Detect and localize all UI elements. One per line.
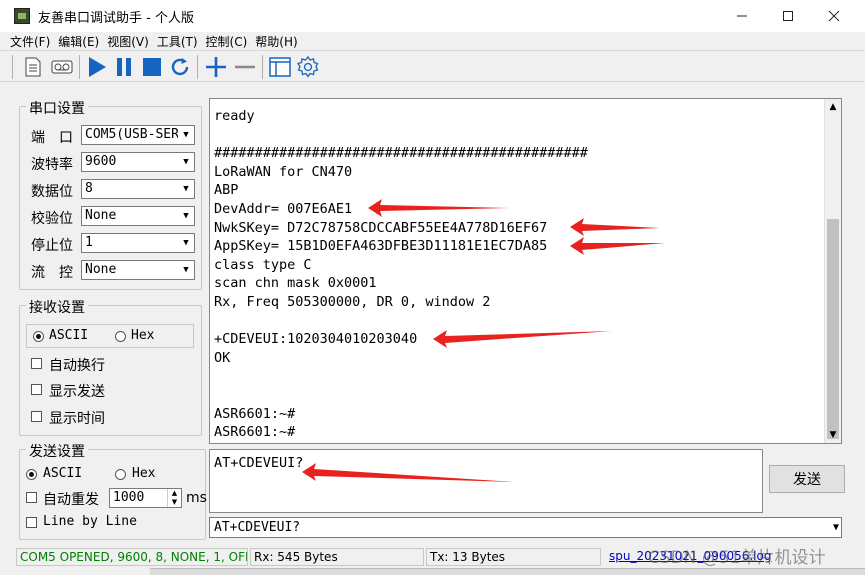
menu-view[interactable]: 视图(V) xyxy=(107,33,149,50)
status-rx: Rx: 545 Bytes xyxy=(250,548,424,566)
maximize-icon[interactable] xyxy=(765,0,811,32)
parity-select[interactable]: None ▼ xyxy=(81,206,195,226)
send-history-value: AT+CDEVEUI? xyxy=(214,520,301,535)
send-button[interactable]: 发送 xyxy=(769,465,845,493)
toolbar-separator xyxy=(197,55,198,79)
gear-icon[interactable] xyxy=(295,54,321,80)
show-send-label: 显示发送 xyxy=(49,384,105,400)
menu-control[interactable]: 控制(C) xyxy=(206,33,248,50)
receive-hex-label: Hex xyxy=(131,328,155,343)
window-icon[interactable] xyxy=(267,54,293,80)
receive-ascii-radio[interactable] xyxy=(33,331,44,342)
send-hex-label: Hex xyxy=(132,466,156,481)
databits-value: 8 xyxy=(85,181,93,196)
parity-value: None xyxy=(85,208,117,223)
stopbits-label: 停止位 xyxy=(31,238,73,254)
app-icon xyxy=(14,8,30,24)
auto-wrap-checkbox[interactable] xyxy=(31,358,42,369)
receive-text: ready ##################################… xyxy=(214,108,588,441)
chevron-down-icon[interactable]: ▼ xyxy=(178,207,194,225)
scroll-down-icon[interactable]: ▼ xyxy=(825,427,841,443)
send-history-select[interactable]: AT+CDEVEUI? ▼ xyxy=(209,517,842,538)
watermark: CSDN @51单片机设计 xyxy=(648,548,826,568)
menu-tools[interactable]: 工具(T) xyxy=(157,33,198,50)
port-label: 端 口 xyxy=(31,130,73,146)
receive-textarea[interactable]: ready ##################################… xyxy=(209,98,842,444)
chevron-down-icon[interactable]: ▼ xyxy=(178,126,194,144)
show-time-label: 显示时间 xyxy=(49,411,105,427)
line-by-line-label: Line by Line xyxy=(43,514,137,529)
auto-resend-label: 自动重发 xyxy=(43,492,99,508)
show-time-checkbox[interactable] xyxy=(31,411,42,422)
scroll-thumb[interactable] xyxy=(827,219,839,439)
auto-resend-interval-input[interactable]: 1000 ▲ ▼ xyxy=(109,488,182,508)
chevron-down-icon[interactable]: ▼ xyxy=(833,518,839,537)
toolbar xyxy=(0,50,865,82)
auto-resend-checkbox[interactable] xyxy=(26,492,37,503)
chevron-down-icon[interactable]: ▼ xyxy=(178,234,194,252)
chevron-down-icon[interactable]: ▼ xyxy=(178,153,194,171)
receive-ascii-label: ASCII xyxy=(49,328,89,343)
receive-hex-radio[interactable] xyxy=(115,331,126,342)
parity-label: 校验位 xyxy=(31,211,73,227)
show-send-checkbox[interactable] xyxy=(31,384,42,395)
flowcontrol-label: 流 控 xyxy=(31,265,73,281)
send-textarea[interactable]: AT+CDEVEUI? xyxy=(209,449,763,513)
play-icon[interactable] xyxy=(84,54,110,80)
scroll-up-icon[interactable]: ▲ xyxy=(825,99,841,115)
status-tx: Tx: 13 Bytes xyxy=(426,548,601,566)
menu-help[interactable]: 帮助(H) xyxy=(255,33,297,50)
document-icon[interactable] xyxy=(20,54,46,80)
status-port: COM5 OPENED, 9600, 8, NONE, 1, OFF xyxy=(16,548,248,566)
auto-resend-unit: ms xyxy=(186,490,207,506)
baudrate-value: 9600 xyxy=(85,154,117,169)
plus-icon[interactable] xyxy=(203,54,229,80)
refresh-icon[interactable] xyxy=(167,54,193,80)
auto-resend-interval-value: 1000 xyxy=(113,490,145,505)
stop-icon[interactable] xyxy=(139,54,165,80)
minus-icon[interactable] xyxy=(232,54,258,80)
title-bar: 友善串口调试助手 - 个人版 xyxy=(0,0,865,32)
serial-settings-title: 串口设置 xyxy=(26,98,88,118)
toolbar-separator xyxy=(79,55,80,79)
send-text: AT+CDEVEUI? xyxy=(214,455,304,471)
stopbits-value: 1 xyxy=(85,235,93,250)
record-icon[interactable] xyxy=(49,54,75,80)
stopbits-select[interactable]: 1 ▼ xyxy=(81,233,195,253)
baudrate-select[interactable]: 9600 ▼ xyxy=(81,152,195,172)
close-icon[interactable] xyxy=(811,0,857,32)
chevron-down-icon[interactable]: ▼ xyxy=(178,180,194,198)
toolbar-separator xyxy=(12,55,13,79)
background-window xyxy=(150,568,865,575)
port-select[interactable]: COM5(USB-SER ▼ xyxy=(81,125,195,145)
line-by-line-checkbox[interactable] xyxy=(26,517,37,528)
port-value: COM5(USB-SER xyxy=(85,127,179,142)
flowcontrol-select[interactable]: None ▼ xyxy=(81,260,195,280)
chevron-down-icon[interactable]: ▼ xyxy=(178,261,194,279)
spin-arrows-icon[interactable]: ▲ ▼ xyxy=(167,489,181,507)
databits-select[interactable]: 8 ▼ xyxy=(81,179,195,199)
menu-file[interactable]: 文件(F) xyxy=(10,33,50,50)
send-hex-radio[interactable] xyxy=(115,469,126,480)
app-window: 友善串口调试助手 - 个人版 文件(F) 编辑(E) 视图(V) 工具(T) 控… xyxy=(0,0,865,575)
flowcontrol-value: None xyxy=(85,262,117,277)
auto-wrap-label: 自动换行 xyxy=(49,358,105,374)
send-ascii-radio[interactable] xyxy=(26,469,37,480)
toolbar-separator xyxy=(262,55,263,79)
receive-settings-title: 接收设置 xyxy=(26,297,88,317)
databits-label: 数据位 xyxy=(31,184,73,200)
menu-edit[interactable]: 编辑(E) xyxy=(58,33,99,50)
receive-scrollbar[interactable]: ▲ ▼ xyxy=(824,99,841,443)
send-settings-title: 发送设置 xyxy=(26,441,88,461)
pause-icon[interactable] xyxy=(111,54,137,80)
window-title: 友善串口调试助手 - 个人版 xyxy=(38,10,194,26)
baudrate-label: 波特率 xyxy=(31,157,73,173)
menu-bar: 文件(F) 编辑(E) 视图(V) 工具(T) 控制(C) 帮助(H) xyxy=(0,32,865,50)
minimize-icon[interactable] xyxy=(719,0,765,32)
send-ascii-label: ASCII xyxy=(43,466,83,481)
